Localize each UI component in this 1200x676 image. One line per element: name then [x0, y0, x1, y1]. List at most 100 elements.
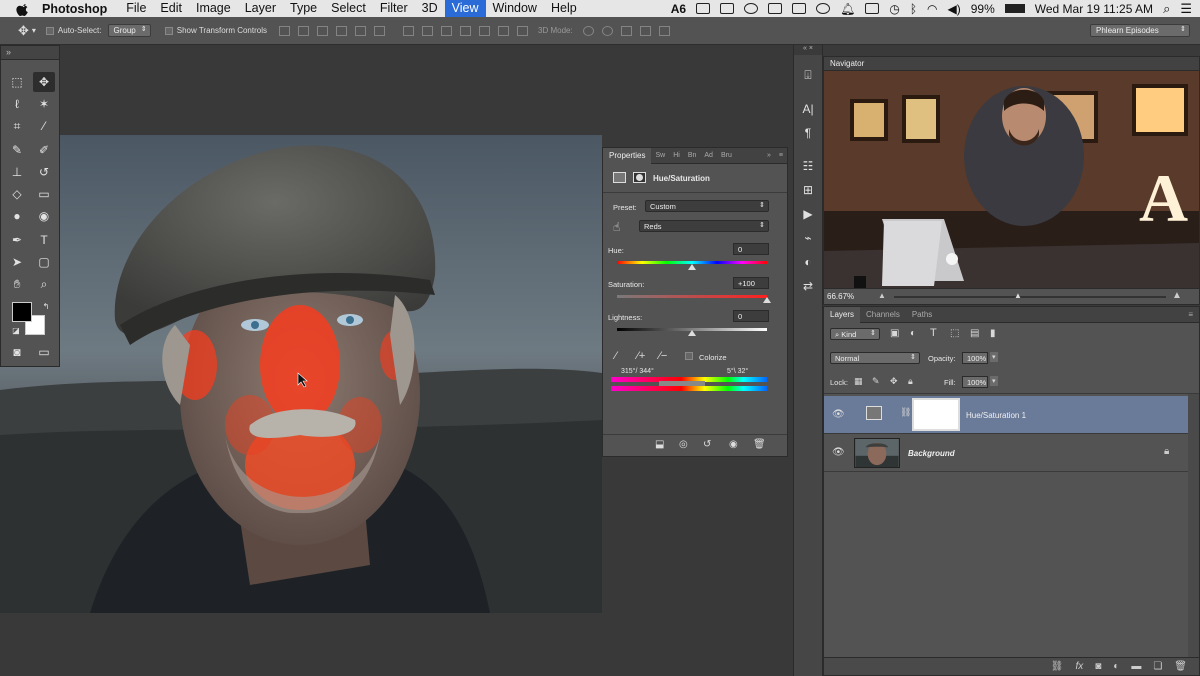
tab-histogram[interactable]: Hi — [669, 152, 684, 159]
zoom-level[interactable]: 66.67% — [827, 292, 854, 301]
tab-layers[interactable]: Layers — [824, 306, 861, 323]
lock-transparent-icon[interactable]: ▦ — [854, 376, 863, 387]
menu-help[interactable]: Help — [544, 0, 584, 17]
tools-panel-header[interactable]: » — [1, 46, 59, 60]
tab-properties[interactable]: Properties — [603, 147, 652, 164]
tab-brush-presets[interactable]: Bru — [717, 152, 736, 159]
layer-name[interactable]: Hue/Saturation 1 — [966, 411, 1026, 420]
eyedropper-tool-icon[interactable]: ⁄ — [33, 116, 55, 136]
app-name[interactable]: Photoshop — [42, 2, 107, 16]
hand-tool-icon[interactable]: ✋︎ — [6, 274, 28, 294]
lock-pixels-icon[interactable]: ✎ — [872, 376, 880, 387]
menu-window[interactable]: Window — [486, 0, 544, 17]
actions-panel-icon[interactable]: ▶ — [800, 206, 816, 222]
panel-menu-icon[interactable]: ≡ — [775, 152, 787, 159]
view-previous-icon[interactable]: ◎ — [679, 439, 688, 450]
fill-dropdown-icon[interactable]: ▾ — [990, 376, 998, 386]
distribute-hcenter-icon[interactable] — [479, 25, 490, 36]
tray-icon[interactable] — [696, 3, 711, 14]
grid-panel-icon[interactable]: ⊞ — [800, 182, 816, 198]
layer-mask-thumbnail[interactable] — [912, 398, 960, 431]
eraser-tool-icon[interactable]: ◇ — [6, 184, 28, 204]
distribute-left-icon[interactable] — [460, 25, 471, 36]
panel-collapse-icon[interactable]: » — [763, 152, 775, 159]
notification-center-icon[interactable]: ☰ — [1180, 1, 1192, 17]
filter-kind-dropdown[interactable]: ⌕ Kind — [830, 328, 880, 340]
lock-all-icon[interactable]: 🔒︎ — [908, 376, 913, 387]
apple-icon[interactable] — [16, 2, 30, 16]
distribute-bottom-icon[interactable] — [441, 25, 452, 36]
zoom-slider[interactable] — [894, 296, 1166, 298]
evernote-icon[interactable] — [720, 3, 735, 14]
battery-icon[interactable] — [1004, 4, 1025, 13]
menu-type[interactable]: Type — [283, 0, 324, 17]
info-panel-icon[interactable]: ⇄ — [800, 278, 816, 294]
screen-mode-icon[interactable]: ▭ — [33, 342, 55, 362]
adjustments-panel-icon[interactable]: ◐ — [800, 254, 816, 270]
bell-icon[interactable]: 🔔︎ — [840, 2, 855, 16]
shape-tool-icon[interactable]: ▢ — [33, 252, 55, 272]
align-vcenter-icon[interactable] — [298, 25, 309, 36]
menu-3d[interactable]: 3D — [415, 0, 445, 17]
opacity-dropdown-icon[interactable]: ▾ — [990, 352, 998, 362]
distribute-right-icon[interactable] — [498, 25, 509, 36]
menu-layer[interactable]: Layer — [238, 0, 283, 17]
gradient-tool-icon[interactable]: ▭ — [33, 184, 55, 204]
opacity-input[interactable]: 100% — [962, 352, 988, 364]
lock-position-icon[interactable]: ✥ — [890, 376, 898, 387]
volume-icon[interactable]: ◀) — [948, 2, 961, 16]
tab-swatches[interactable]: Sw — [651, 152, 669, 159]
filter-smart-object-icon[interactable]: ▤ — [970, 328, 979, 339]
reset-icon[interactable]: ↺ — [703, 439, 711, 450]
battery-level[interactable]: 99% — [971, 2, 995, 16]
clip-to-layer-icon[interactable]: ⬓ — [655, 439, 664, 450]
clone-stamp-tool-icon[interactable]: ⊥ — [6, 162, 28, 182]
auto-select-dropdown[interactable]: Group — [107, 24, 151, 37]
tab-brush[interactable]: Bn — [684, 152, 701, 159]
layer-name[interactable]: Background — [908, 449, 955, 458]
link-layers-icon[interactable]: ⛓︎ — [1051, 661, 1064, 672]
zoom-in-icon[interactable]: ▲ — [1172, 290, 1182, 301]
paragraph-panel-icon[interactable]: ¶ — [800, 125, 816, 141]
date-time[interactable]: Wed Mar 19 11:25 AM — [1035, 2, 1153, 16]
default-colors-icon[interactable]: ◪ — [5, 320, 27, 340]
clock-icon[interactable]: ◷ — [889, 2, 899, 16]
layer-row-background[interactable]: 👁︎ Background 🔒︎ — [824, 434, 1188, 472]
swap-colors-icon[interactable]: ↰ — [35, 296, 57, 316]
bluetooth-icon[interactable]: ᛒ — [910, 2, 917, 16]
blend-mode-dropdown[interactable]: Normal — [830, 352, 920, 364]
3d-pan-icon[interactable] — [620, 25, 632, 36]
new-layer-icon[interactable]: ❏ — [1153, 661, 1162, 672]
dropbox-icon[interactable] — [792, 3, 807, 14]
new-adjustment-layer-icon[interactable]: ◐ — [1113, 661, 1119, 672]
filter-toggle-icon[interactable]: ▮ — [990, 328, 996, 339]
saturation-slider-track[interactable] — [617, 295, 767, 298]
menu-file[interactable]: File — [119, 0, 153, 17]
wifi-icon[interactable]: ◠ — [927, 2, 937, 16]
layers-panel-menu-icon[interactable]: ≡ — [1182, 310, 1199, 319]
character-panel-icon[interactable]: ⍗ — [800, 67, 816, 83]
dock-collapse-icon[interactable]: « × — [794, 45, 822, 55]
airplay-icon[interactable] — [865, 3, 880, 14]
menu-filter[interactable]: Filter — [373, 0, 415, 17]
eyedropper-icon[interactable]: ⁄ — [615, 350, 617, 362]
align-top-icon[interactable] — [279, 25, 290, 36]
auto-select-checkbox[interactable] — [45, 26, 54, 35]
magic-wand-tool-icon[interactable]: ✶ — [33, 94, 55, 114]
foreground-color-swatch[interactable] — [12, 302, 32, 322]
preset-dropdown-arrow-icon[interactable]: ▾ — [32, 26, 36, 35]
zoom-out-icon[interactable]: ▲ — [878, 291, 886, 300]
eyedropper-plus-icon[interactable]: ⁄+ — [637, 350, 645, 362]
filter-shape-icon[interactable]: ⬚ — [950, 328, 959, 339]
auto-align-icon[interactable] — [517, 25, 528, 36]
history-brush-tool-icon[interactable]: ↺ — [33, 162, 55, 182]
3d-orbit-icon[interactable] — [582, 25, 594, 36]
dodge-tool-icon[interactable]: ◉ — [33, 206, 55, 226]
add-mask-icon[interactable]: ◙ — [1095, 661, 1101, 672]
crop-tool-icon[interactable]: ⌗ — [6, 116, 28, 136]
align-right-icon[interactable] — [374, 25, 385, 36]
new-group-icon[interactable]: ▬ — [1131, 661, 1141, 672]
spotlight-icon[interactable]: ⌕ — [1163, 1, 1170, 17]
menu-select[interactable]: Select — [324, 0, 373, 17]
gauge-icon[interactable] — [744, 3, 759, 14]
